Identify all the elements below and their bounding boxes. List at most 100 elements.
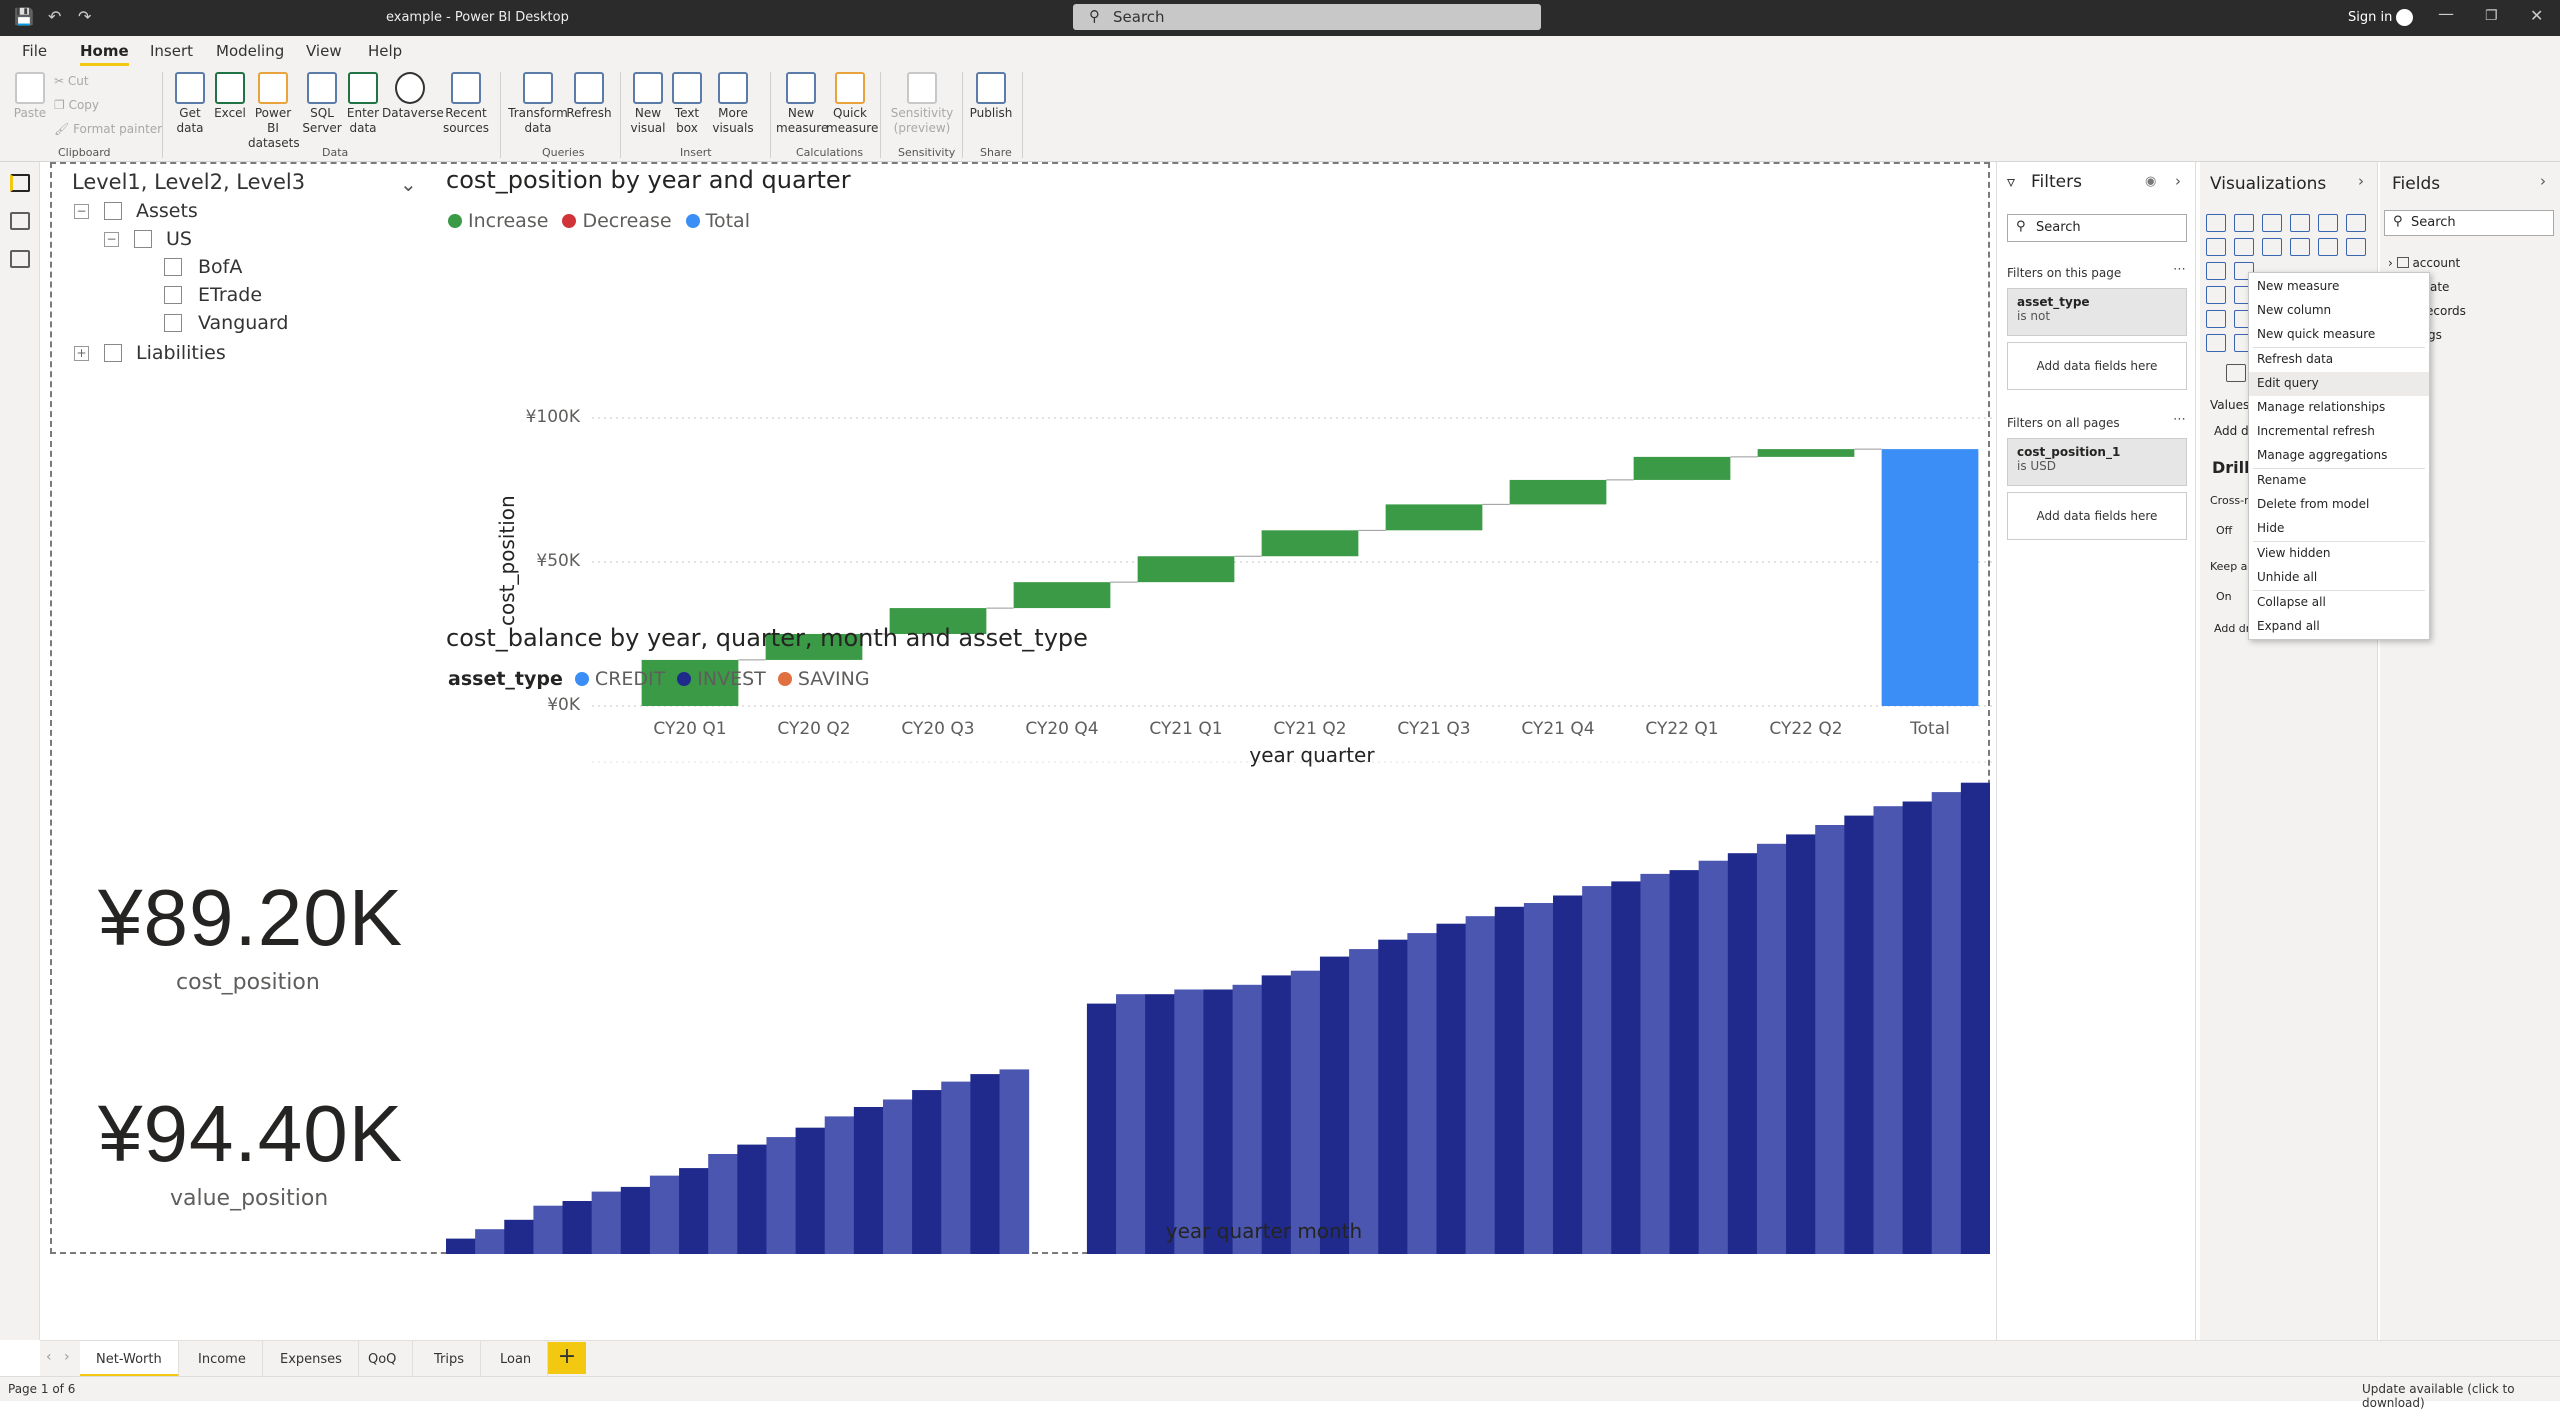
checkbox-bofa[interactable] bbox=[164, 258, 182, 276]
slicer-item-bofa[interactable]: BofA bbox=[198, 256, 242, 278]
checkbox-vanguard[interactable] bbox=[164, 314, 182, 332]
waterfall-bar[interactable] bbox=[1509, 479, 1607, 505]
page-tab-expenses[interactable]: Expenses bbox=[264, 1341, 359, 1377]
legend-total[interactable]: Total bbox=[685, 210, 750, 232]
invest-segment[interactable] bbox=[1960, 782, 1990, 1254]
slicer-item-us[interactable]: US bbox=[166, 228, 192, 250]
page-tab-qoq[interactable]: QoQ bbox=[352, 1341, 414, 1377]
menu-item-manage-aggregations[interactable]: Manage aggregations bbox=[2249, 444, 2429, 468]
slicer-item-vanguard[interactable]: Vanguard bbox=[198, 312, 289, 334]
invest-segment[interactable] bbox=[679, 1168, 709, 1254]
expand-toggle[interactable]: + bbox=[74, 346, 89, 361]
dataverse-button[interactable]: Dataverse bbox=[382, 72, 444, 121]
invest-segment[interactable] bbox=[1407, 933, 1437, 1254]
minimize-icon[interactable]: — bbox=[2438, 4, 2454, 23]
invest-segment[interactable] bbox=[1319, 956, 1350, 1254]
format-painter-button[interactable]: 🖌 Format painter bbox=[54, 122, 162, 136]
waterfall-bar[interactable] bbox=[1757, 449, 1855, 457]
tab-file[interactable]: File bbox=[22, 42, 47, 60]
invest-segment[interactable] bbox=[1931, 792, 1962, 1254]
text-box-button[interactable]: Text box bbox=[668, 72, 706, 136]
legend-increase[interactable]: Increase bbox=[448, 210, 548, 232]
area-chart[interactable]: year quarter month bbox=[446, 704, 1990, 1254]
transform-data-button[interactable]: Transform data bbox=[508, 72, 568, 136]
invest-segment[interactable] bbox=[1873, 806, 1904, 1254]
visual-type-icon[interactable] bbox=[2262, 238, 2282, 256]
invest-segment[interactable] bbox=[504, 1219, 534, 1254]
waterfall-bar[interactable] bbox=[1261, 530, 1359, 557]
sign-in-link[interactable]: Sign in bbox=[2348, 10, 2392, 25]
invest-segment[interactable] bbox=[1523, 903, 1554, 1254]
visual-type-icon[interactable] bbox=[2206, 310, 2226, 328]
chevron-right-icon[interactable]: › bbox=[2540, 172, 2546, 190]
menu-item-new-column[interactable]: New column bbox=[2249, 299, 2429, 323]
filters-search-input[interactable]: ⚲ Search bbox=[2007, 214, 2187, 242]
menu-item-incremental-refresh[interactable]: Incremental refresh bbox=[2249, 420, 2429, 444]
checkbox-assets[interactable] bbox=[104, 202, 122, 220]
invest-segment[interactable] bbox=[1815, 825, 1845, 1254]
menu-item-expand-all[interactable]: Expand all bbox=[2249, 615, 2429, 639]
copy-button[interactable]: ❐ Copy bbox=[54, 98, 99, 112]
collapse-toggle[interactable]: − bbox=[74, 204, 89, 219]
page-tab-income[interactable]: Income bbox=[182, 1341, 263, 1377]
add-page-button[interactable]: + bbox=[548, 1342, 586, 1374]
powerbi-datasets-button[interactable]: Power BI datasets bbox=[248, 72, 300, 151]
invest-segment[interactable] bbox=[1786, 834, 1816, 1254]
more-icon[interactable]: ⋯ bbox=[2173, 262, 2186, 277]
waterfall-bar[interactable] bbox=[1137, 556, 1235, 583]
invest-segment[interactable] bbox=[1582, 886, 1612, 1254]
field-table-date[interactable]: ate bbox=[2430, 280, 2449, 294]
visual-type-icon[interactable] bbox=[2206, 238, 2226, 256]
refresh-button[interactable]: Refresh bbox=[566, 72, 612, 121]
add-fields-all-dropzone[interactable]: Add data fields here bbox=[2007, 492, 2187, 540]
visual-type-icon[interactable] bbox=[2290, 214, 2310, 232]
waterfall-bar[interactable] bbox=[1013, 582, 1111, 609]
add-drill-dropzone[interactable]: Add dr bbox=[2214, 622, 2250, 635]
invest-segment[interactable] bbox=[533, 1205, 564, 1254]
more-visuals-button[interactable]: More visuals bbox=[708, 72, 758, 136]
menu-item-rename[interactable]: Rename bbox=[2249, 469, 2429, 493]
invest-segment[interactable] bbox=[1203, 989, 1234, 1255]
tab-home[interactable]: Home bbox=[80, 42, 129, 66]
invest-segment[interactable] bbox=[1086, 1003, 1117, 1254]
visual-type-icon[interactable] bbox=[2206, 286, 2226, 304]
restore-icon[interactable]: ❐ bbox=[2485, 8, 2498, 24]
publish-button[interactable]: Publish bbox=[968, 72, 1014, 121]
chevron-right-icon[interactable]: › bbox=[2175, 172, 2181, 190]
visual-type-icon[interactable] bbox=[2206, 334, 2226, 352]
field-table-account[interactable]: › account bbox=[2388, 256, 2460, 270]
invest-segment[interactable] bbox=[970, 1074, 1001, 1254]
fields-search-input[interactable]: ⚲ Search bbox=[2384, 210, 2554, 236]
tab-insert[interactable]: Insert bbox=[150, 42, 193, 60]
invest-segment[interactable] bbox=[1465, 916, 1496, 1254]
invest-segment[interactable] bbox=[1756, 843, 1787, 1254]
menu-item-new-quick-measure[interactable]: New quick measure bbox=[2249, 323, 2429, 347]
invest-segment[interactable] bbox=[1145, 994, 1175, 1254]
visual-type-icon[interactable] bbox=[2206, 262, 2226, 280]
chevron-down-icon[interactable]: ⌄ bbox=[400, 172, 417, 196]
undo-icon[interactable]: ↶ bbox=[48, 7, 61, 26]
invest-segment[interactable] bbox=[620, 1186, 651, 1254]
invest-segment[interactable] bbox=[912, 1090, 942, 1254]
visual-type-icon[interactable] bbox=[2346, 238, 2366, 256]
more-icon[interactable]: ⋯ bbox=[2173, 412, 2186, 427]
slicer-item-etrade[interactable]: ETrade bbox=[198, 284, 262, 306]
checkbox-liabilities[interactable] bbox=[104, 344, 122, 362]
menu-item-edit-query[interactable]: Edit query bbox=[2249, 372, 2429, 396]
visual-type-icon[interactable] bbox=[2318, 214, 2338, 232]
visual-type-icon[interactable] bbox=[2206, 214, 2226, 232]
invest-segment[interactable] bbox=[941, 1081, 971, 1254]
data-view-icon[interactable] bbox=[10, 212, 30, 230]
menu-item-new-measure[interactable]: New measure bbox=[2249, 275, 2429, 299]
menu-item-manage-relationships[interactable]: Manage relationships bbox=[2249, 396, 2429, 420]
invest-segment[interactable] bbox=[475, 1229, 505, 1254]
invest-segment[interactable] bbox=[1844, 815, 1874, 1254]
paste-button[interactable]: Paste bbox=[12, 72, 48, 121]
quick-measure-button[interactable]: Quick measure bbox=[826, 72, 878, 136]
invest-segment[interactable] bbox=[1727, 853, 1758, 1254]
new-visual-button[interactable]: New visual bbox=[628, 72, 668, 136]
visual-type-icon[interactable] bbox=[2262, 214, 2282, 232]
invest-segment[interactable] bbox=[708, 1154, 738, 1254]
new-measure-button[interactable]: New measure bbox=[776, 72, 828, 136]
recent-sources-button[interactable]: Recent sources bbox=[440, 72, 492, 136]
